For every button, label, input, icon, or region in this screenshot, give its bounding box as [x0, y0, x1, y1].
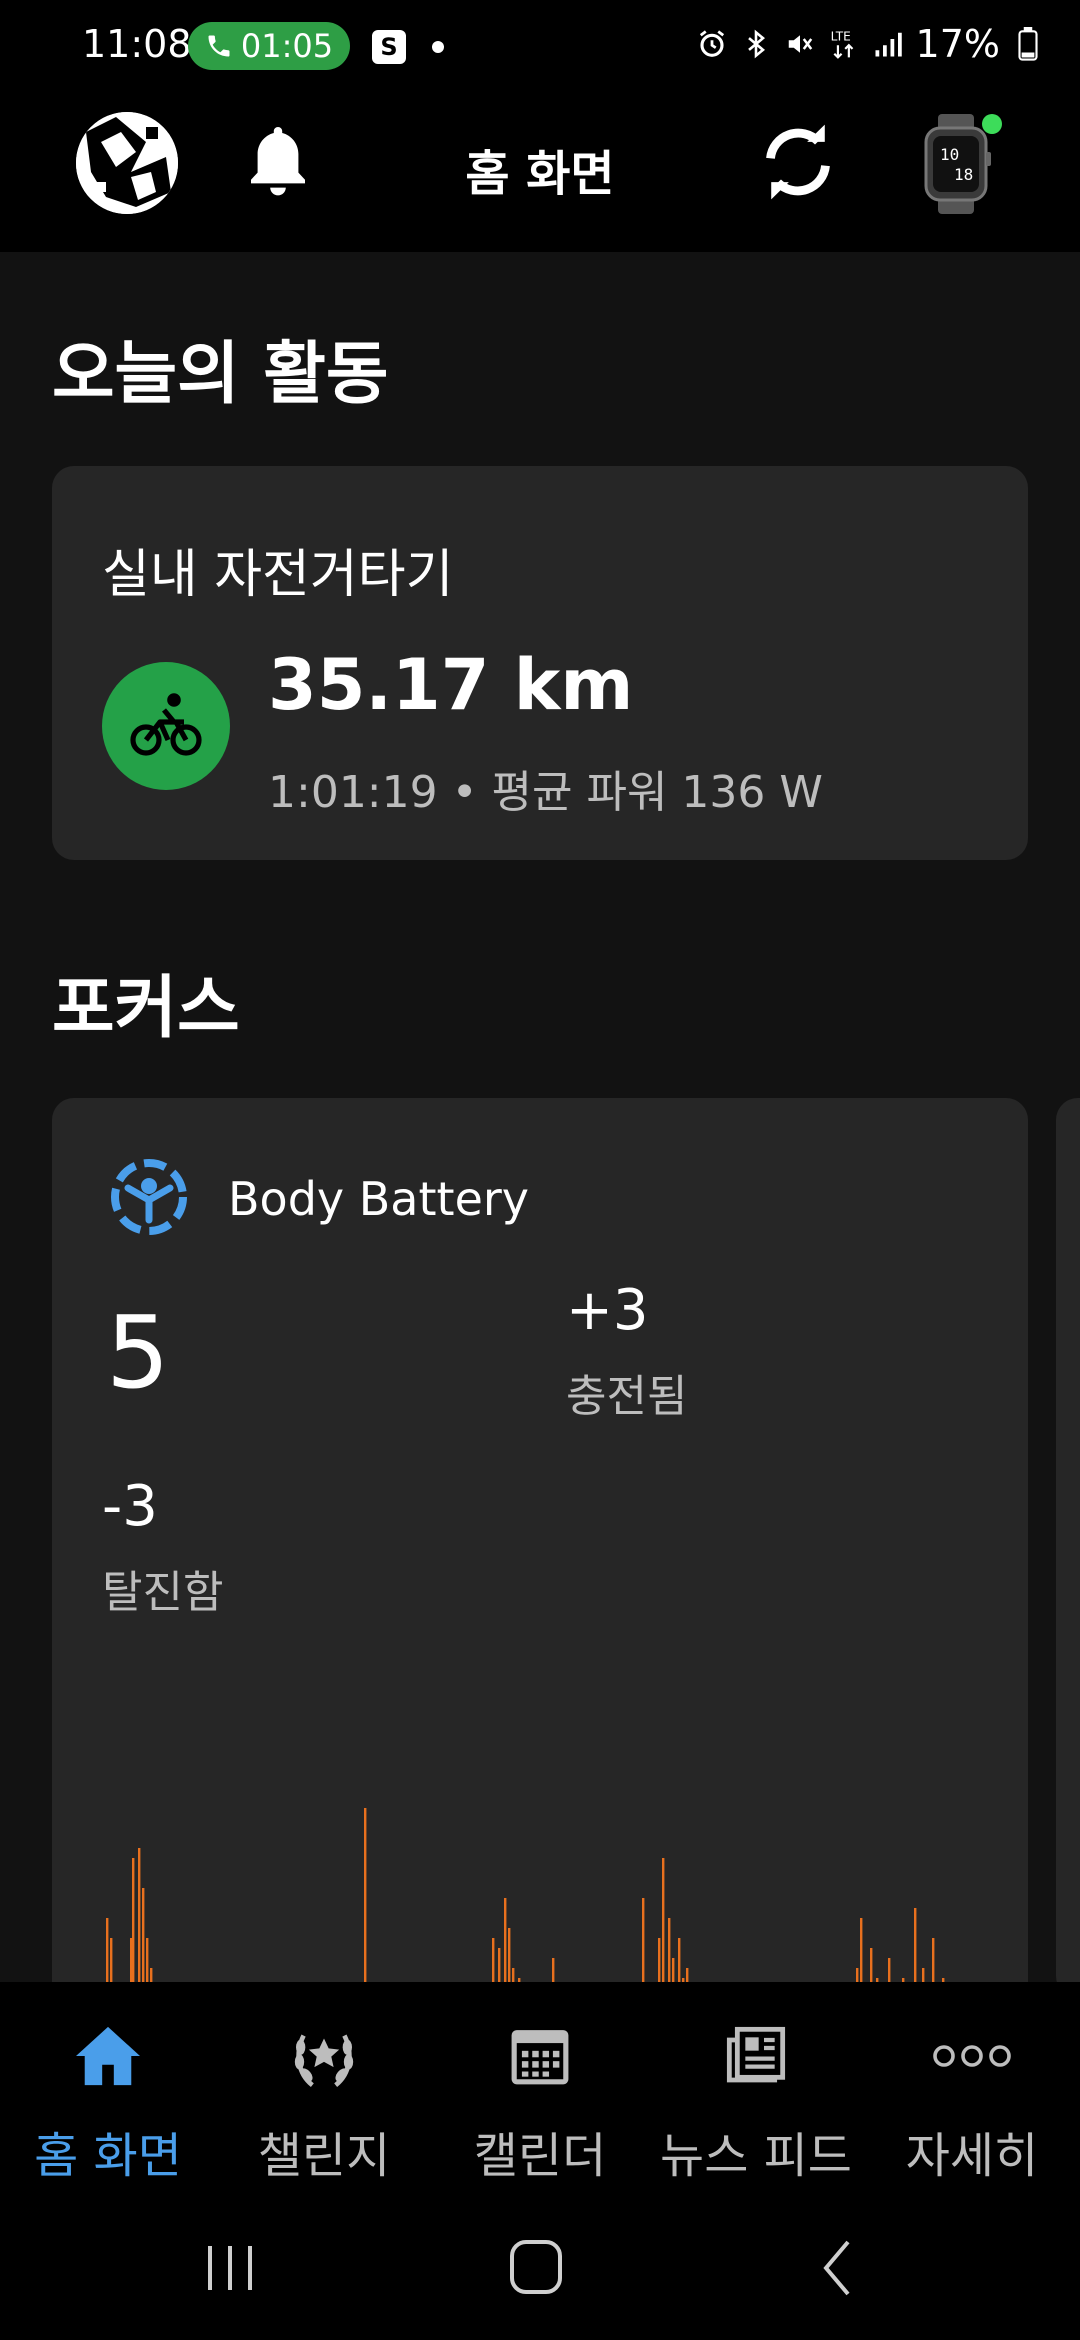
- nav-home[interactable]: 홈 화면: [0, 2004, 216, 2184]
- today-section-title: 오늘의 활동: [52, 335, 389, 414]
- svg-text:LTE: LTE: [830, 29, 850, 43]
- body-battery-card[interactable]: Body Battery 5 +3 충전됨 -3 탈진함: [52, 1098, 1028, 2078]
- svg-text:10: 10: [940, 145, 959, 164]
- sync-icon[interactable]: [754, 118, 842, 210]
- nav-home-label: 홈 화면: [34, 2128, 182, 2184]
- calendar-icon: [511, 2030, 569, 2085]
- body-battery-label: Body Battery: [228, 1172, 529, 1226]
- nav-more-label: 자세히: [905, 2128, 1039, 2184]
- back-icon[interactable]: [818, 2238, 858, 2298]
- activity-card[interactable]: 실내 자전거타기 35.17 km 1:01:19 • 평균 파워 136 W: [52, 466, 1028, 860]
- nav-more[interactable]: 자세히: [864, 2004, 1080, 2184]
- laurel-icon: [294, 2034, 354, 2087]
- device-connected-dot: [982, 114, 1002, 134]
- alarm-icon: [696, 26, 728, 62]
- battery-icon: [1012, 26, 1044, 62]
- body-battery-value: 5: [106, 1294, 170, 1411]
- call-indicator[interactable]: 01:05: [188, 22, 350, 70]
- watch-device-icon[interactable]: 10 18: [916, 112, 1006, 220]
- nav-newsfeed-label: 뉴스 피드: [660, 2128, 852, 2184]
- activity-distance: 35.17 km: [268, 644, 634, 726]
- body-battery-icon: [106, 1154, 192, 1244]
- activity-name: 실내 자전거타기: [102, 545, 454, 605]
- nav-challenges-label: 챌린지: [257, 2128, 391, 2184]
- status-bar: 11:08 01:05 S LTE 17%: [0, 0, 1080, 72]
- bluetooth-icon: [740, 26, 772, 62]
- battery-percent: 17%: [915, 22, 1000, 66]
- nav-calendar[interactable]: 캘린더: [432, 2004, 648, 2184]
- home-icon: [76, 2026, 140, 2086]
- charged-label: 충전됨: [566, 1371, 688, 1422]
- notification-dot: [432, 41, 444, 53]
- lte-icon: LTE: [828, 26, 860, 62]
- next-card-peek[interactable]: [1056, 1098, 1080, 1998]
- drained-label: 탈진함: [102, 1567, 224, 1618]
- nav-challenges[interactable]: 챌린지: [216, 2004, 432, 2184]
- charged-value: +3: [566, 1278, 649, 1343]
- bottom-navigation: 홈 화면 챌린지 캘린더 뉴스 피드 자세히: [0, 1982, 1080, 2192]
- svg-text:18: 18: [954, 165, 973, 184]
- nav-newsfeed[interactable]: 뉴스 피드: [648, 2004, 864, 2184]
- status-time: 11:08: [82, 22, 192, 66]
- mute-icon: [784, 26, 816, 62]
- signal-icon: [872, 26, 904, 62]
- app-notification-icon: S: [372, 30, 406, 64]
- status-icons: LTE 17%: [696, 22, 1044, 66]
- home-button-icon[interactable]: [508, 2238, 564, 2296]
- recents-icon[interactable]: [200, 2240, 260, 2296]
- focus-section-title: 포커스: [52, 969, 240, 1048]
- system-navigation-bar: [0, 2192, 1080, 2340]
- phone-icon: [208, 35, 230, 57]
- app-header: 홈 화면 10 18: [0, 72, 1080, 252]
- drained-value: -3: [102, 1474, 158, 1539]
- activity-meta: 1:01:19 • 평균 파워 136 W: [268, 767, 823, 818]
- nav-calendar-label: 캘린더: [473, 2128, 607, 2184]
- more-icon: [933, 2045, 1011, 2067]
- call-timer: 01:05: [240, 27, 334, 65]
- bike-icon: [102, 662, 230, 790]
- newsfeed-icon: [726, 2026, 786, 2083]
